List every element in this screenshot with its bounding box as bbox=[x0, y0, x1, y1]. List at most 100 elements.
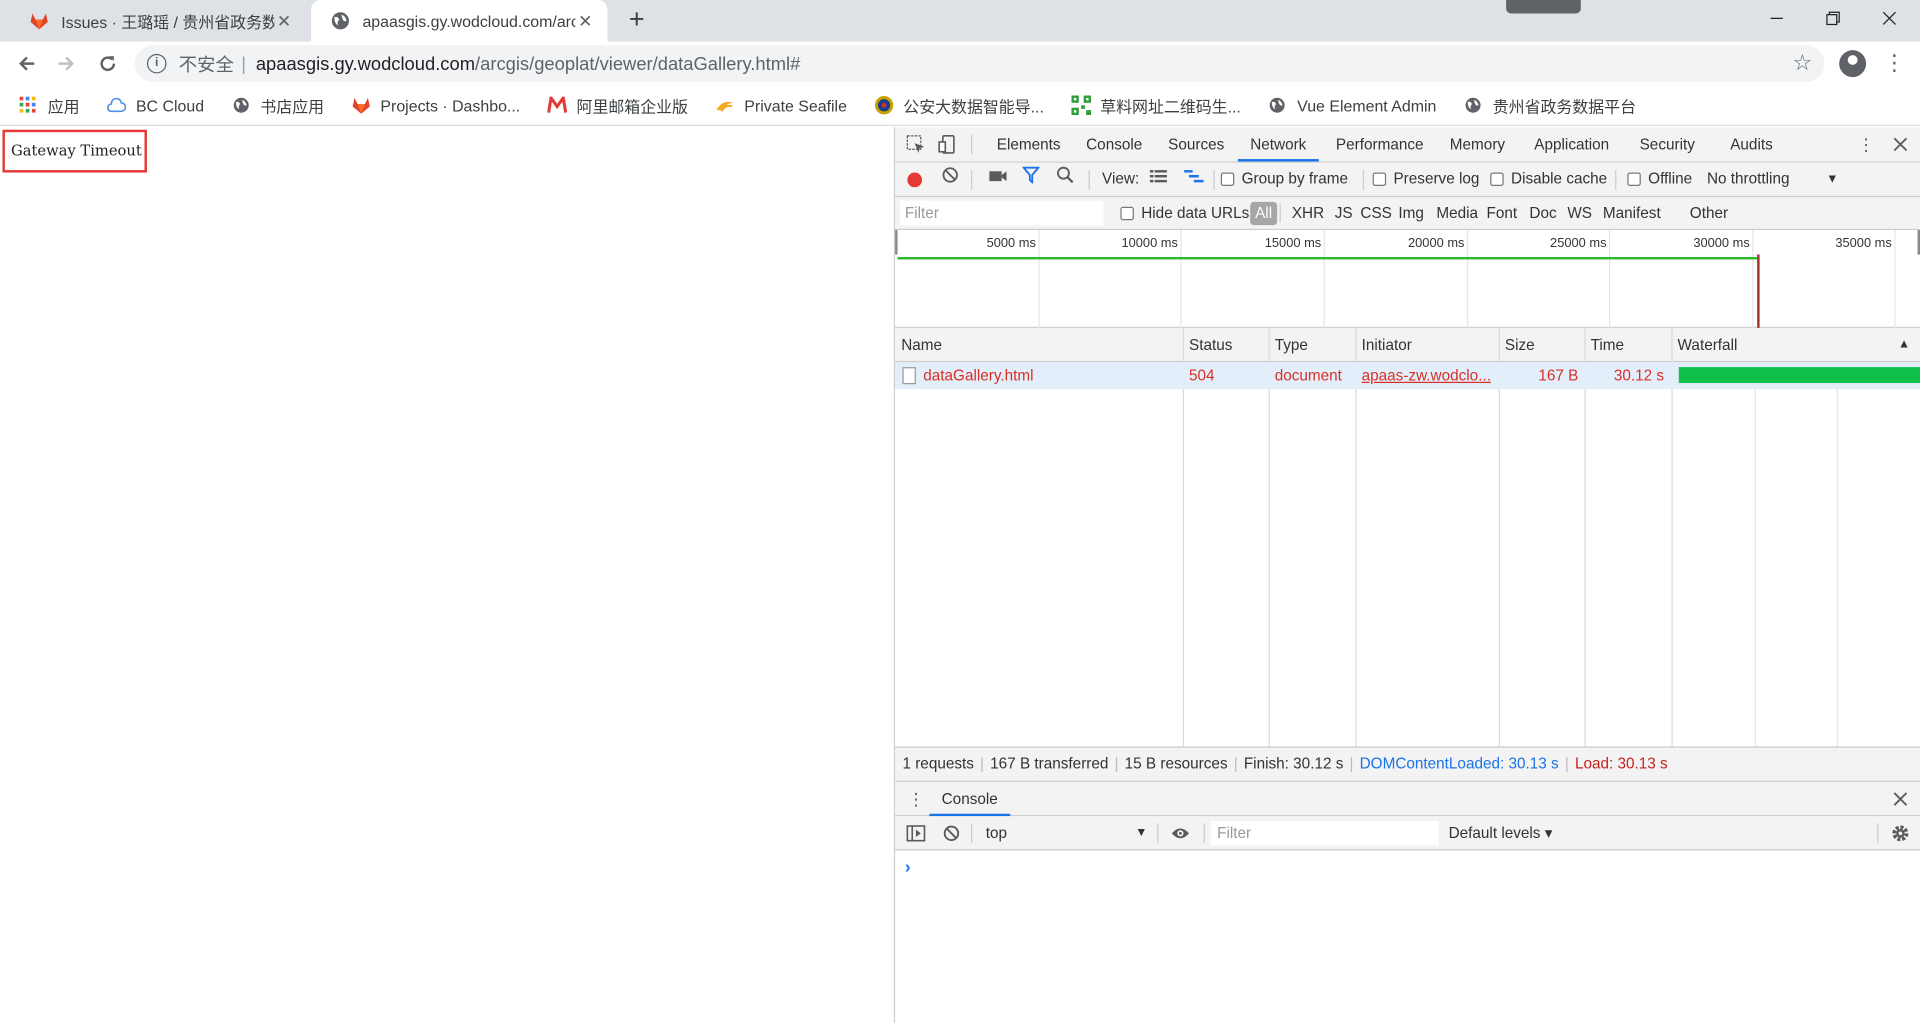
tab-apaasgis[interactable]: apaasgis.gy.wodcloud.com/arc ✕ bbox=[311, 0, 608, 42]
clear-button[interactable] bbox=[942, 163, 959, 196]
column-initiator[interactable]: Initiator bbox=[1356, 328, 1498, 362]
tab-application[interactable]: Application bbox=[1522, 127, 1621, 161]
forward-button[interactable] bbox=[49, 47, 83, 81]
column-type[interactable]: Type bbox=[1269, 328, 1355, 362]
preserve-log-checkbox[interactable]: Preserve log bbox=[1372, 163, 1479, 196]
devtools-menu-icon[interactable]: ⋮ bbox=[1855, 133, 1877, 155]
overview-left-handle[interactable] bbox=[895, 230, 898, 255]
console-prompt-icon[interactable]: › bbox=[905, 857, 911, 877]
bookmark-apps[interactable]: 应用 bbox=[18, 94, 80, 117]
column-waterfall[interactable]: Waterfall bbox=[1671, 328, 1891, 362]
overview-tick-label: 10000 ms bbox=[1121, 236, 1178, 251]
type-filter-manifest[interactable]: Manifest bbox=[1599, 202, 1664, 225]
minimize-button[interactable] bbox=[1749, 0, 1805, 37]
type-filter-css[interactable]: CSS bbox=[1357, 202, 1396, 225]
large-rows-button[interactable] bbox=[1149, 163, 1167, 196]
column-time[interactable]: Time bbox=[1584, 328, 1670, 362]
profile-avatar-icon[interactable] bbox=[1839, 50, 1867, 78]
restore-button[interactable] bbox=[1805, 0, 1861, 37]
type-filter-doc[interactable]: Doc bbox=[1526, 202, 1561, 225]
cloud-icon bbox=[106, 95, 127, 115]
disable-cache-checkbox[interactable]: Disable cache bbox=[1490, 163, 1607, 196]
drawer-tab-console[interactable]: Console bbox=[929, 782, 1011, 817]
type-filter-other[interactable]: Other bbox=[1686, 202, 1732, 225]
list-view-icon bbox=[1149, 163, 1167, 196]
bookmark-seafile[interactable]: Private Seafile bbox=[715, 95, 847, 115]
filter-icon bbox=[1021, 163, 1041, 196]
console-clear-icon[interactable] bbox=[940, 822, 962, 844]
tab-audits[interactable]: Audits bbox=[1718, 127, 1785, 161]
address-bar[interactable]: i 不安全 | apaasgis.gy.wodcloud.com/arcgis/… bbox=[134, 45, 1825, 82]
close-icon[interactable]: ✕ bbox=[274, 11, 294, 31]
info-icon[interactable]: i bbox=[146, 53, 167, 74]
bookmark-star-icon[interactable]: ☆ bbox=[1792, 50, 1812, 76]
record-button[interactable] bbox=[907, 163, 923, 196]
request-initiator-link[interactable]: apaas-zw.wodclo... bbox=[1356, 362, 1498, 389]
network-overview[interactable]: 5000 ms 10000 ms 15000 ms 20000 ms 25000… bbox=[895, 230, 1920, 328]
device-toolbar-icon[interactable] bbox=[937, 133, 959, 155]
window-close-button[interactable] bbox=[1861, 0, 1917, 37]
type-filter-js[interactable]: JS bbox=[1331, 202, 1356, 225]
type-filter-font[interactable]: Font bbox=[1483, 202, 1521, 225]
console-sidebar-icon[interactable] bbox=[905, 822, 927, 844]
overview-gridline bbox=[1608, 230, 1611, 328]
group-by-frame-checkbox[interactable]: Group by frame bbox=[1220, 163, 1348, 196]
type-filter-img[interactable]: Img bbox=[1395, 202, 1428, 225]
bookmark-police[interactable]: 公安大数据智能导... bbox=[874, 94, 1044, 117]
tab-elements[interactable]: Elements bbox=[984, 127, 1072, 161]
tab-memory[interactable]: Memory bbox=[1438, 127, 1518, 161]
new-tab-button[interactable]: + bbox=[622, 6, 651, 35]
type-filter-all[interactable]: All bbox=[1250, 201, 1278, 226]
console-settings-gear-icon[interactable] bbox=[1889, 822, 1911, 844]
column-name[interactable]: Name bbox=[895, 328, 1183, 362]
devtools-close-icon[interactable] bbox=[1889, 133, 1911, 155]
drawer-close-icon[interactable] bbox=[1889, 788, 1911, 810]
sort-ascending-icon[interactable]: ▲ bbox=[1892, 328, 1916, 362]
offline-checkbox[interactable]: Offline bbox=[1627, 163, 1692, 196]
bookmark-vue-admin[interactable]: Vue Element Admin bbox=[1268, 95, 1436, 115]
log-levels-select[interactable]: Default levels ▾ bbox=[1449, 821, 1553, 845]
inspect-element-icon[interactable] bbox=[905, 133, 927, 155]
overview-tick-label: 35000 ms bbox=[1835, 236, 1892, 251]
type-filter-ws[interactable]: WS bbox=[1564, 202, 1596, 225]
table-row[interactable]: dataGallery.html 504 document apaas-zw.w… bbox=[895, 362, 1920, 390]
clear-icon bbox=[942, 163, 959, 196]
column-size[interactable]: Size bbox=[1499, 328, 1585, 362]
type-filter-media[interactable]: Media bbox=[1433, 202, 1482, 225]
bookmark-gz-data[interactable]: 贵州省政务数据平台 bbox=[1463, 94, 1636, 117]
console-filter-input[interactable]: Filter bbox=[1211, 821, 1439, 846]
bookmark-projects[interactable]: Projects · Dashbo... bbox=[351, 95, 520, 115]
back-button[interactable] bbox=[10, 47, 44, 81]
tab-console[interactable]: Console bbox=[1074, 127, 1155, 161]
close-icon[interactable]: ✕ bbox=[576, 11, 596, 31]
browser-menu-icon[interactable]: ⋮ bbox=[1883, 49, 1905, 78]
tab-sources[interactable]: Sources bbox=[1156, 127, 1237, 161]
disable-cache-label: Disable cache bbox=[1511, 170, 1608, 188]
tab-network[interactable]: Network bbox=[1237, 127, 1319, 162]
tab-security[interactable]: Security bbox=[1627, 127, 1707, 161]
request-size: 167 B bbox=[1538, 367, 1579, 385]
overview-button[interactable] bbox=[1184, 163, 1204, 196]
column-status[interactable]: Status bbox=[1183, 328, 1269, 362]
request-name[interactable]: dataGallery.html bbox=[917, 362, 1183, 389]
execution-context-select[interactable]: top ▼ bbox=[976, 821, 1152, 845]
address-host: apaasgis.gy.wodcloud.com bbox=[255, 53, 476, 75]
throttling-select[interactable]: No throttling ▼ bbox=[1707, 163, 1838, 196]
waterfall-bar[interactable] bbox=[1678, 367, 1920, 384]
live-expression-eye-icon[interactable] bbox=[1169, 822, 1191, 844]
tab-issues[interactable]: Issues · 王璐瑶 / 贵州省政务数据 ✕ bbox=[10, 0, 306, 42]
tab-performance[interactable]: Performance bbox=[1324, 127, 1436, 161]
hide-data-urls-checkbox[interactable]: Hide data URLs bbox=[1120, 197, 1249, 230]
drawer-menu-icon[interactable]: ⋮ bbox=[905, 788, 927, 810]
bookmark-bookstore[interactable]: 书店应用 bbox=[231, 94, 324, 117]
bookmark-ali-mail[interactable]: 阿里邮箱企业版 bbox=[547, 94, 688, 117]
waterfall-gridline bbox=[1836, 362, 1838, 747]
bookmark-bc-cloud[interactable]: BC Cloud bbox=[106, 95, 204, 115]
filter-toggle-button[interactable] bbox=[1021, 163, 1041, 196]
bookmark-qr[interactable]: 草料网址二维码生... bbox=[1070, 94, 1241, 117]
search-button[interactable] bbox=[1057, 163, 1074, 196]
type-filter-xhr[interactable]: XHR bbox=[1288, 202, 1328, 225]
filter-input[interactable]: Filter bbox=[900, 200, 1104, 226]
reload-button[interactable] bbox=[91, 47, 125, 81]
screenshot-button[interactable] bbox=[988, 163, 1008, 196]
